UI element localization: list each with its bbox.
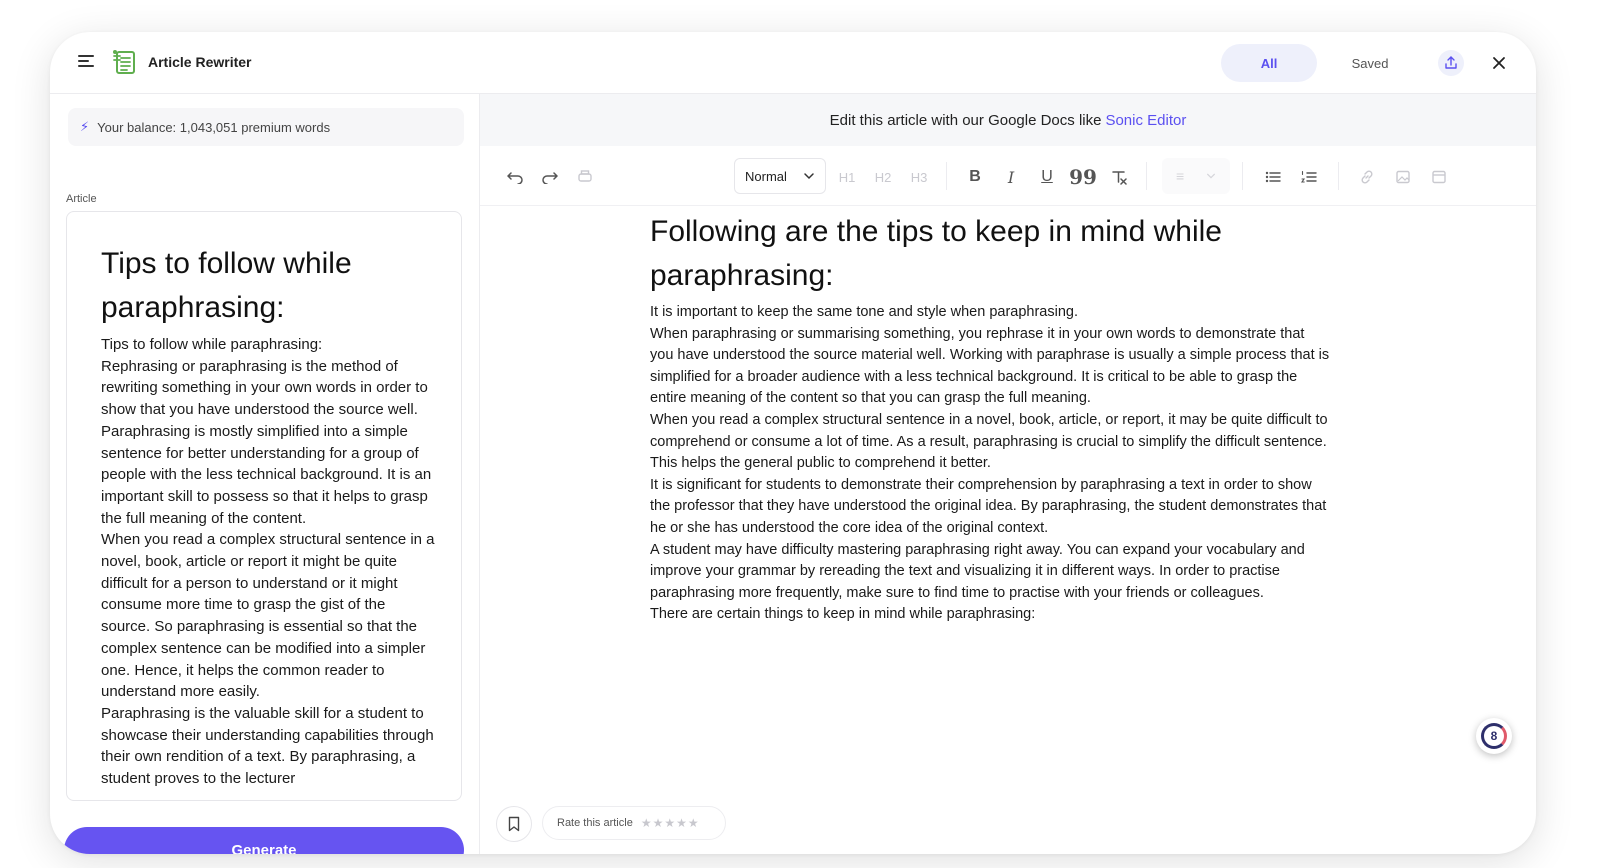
generate-button[interactable]: Generate	[64, 827, 464, 854]
close-button[interactable]	[1486, 50, 1512, 76]
balance-banner: ⚡ Your balance: 1,043,051 premium words	[68, 108, 464, 146]
share-icon	[1445, 56, 1457, 69]
tab-saved[interactable]: Saved	[1330, 44, 1410, 82]
article-paragraph: Paraphrasing is the valuable skill for a…	[101, 704, 434, 788]
star-icon[interactable]: ★	[688, 816, 700, 830]
input-panel: ⚡ Your balance: 1,043,051 premium words …	[50, 94, 480, 854]
print-icon[interactable]	[574, 166, 596, 188]
document-title: Following are the tips to keep in mind w…	[650, 215, 1222, 292]
article-paragraph: Rephrasing or paraphrasing is the method…	[101, 357, 432, 527]
share-button[interactable]	[1438, 50, 1464, 76]
document-paragraph: When paraphrasing or summarising somethi…	[650, 325, 1330, 407]
tab-all[interactable]: All	[1221, 44, 1317, 82]
toolbar-divider	[946, 162, 947, 190]
editor-document[interactable]: Following are the tips to keep in mind w…	[650, 210, 1330, 626]
article-paragraph: Tips to follow while paraphrasing:	[101, 336, 323, 353]
chevron-down-icon	[1207, 173, 1216, 179]
document-paragraph: It is important to keep the same tone an…	[650, 304, 1078, 320]
bold-icon[interactable]: B	[964, 166, 986, 188]
header: Article Rewriter All Saved	[50, 32, 1536, 94]
rate-label: Rate this article	[557, 817, 633, 829]
article-title: Tips to follow while paraphrasing:	[101, 247, 352, 324]
promo-text: Edit this article with our Google Docs l…	[829, 111, 1102, 129]
redo-icon[interactable]	[539, 166, 561, 188]
app-window: Article Rewriter All Saved ⚡ Your balanc…	[50, 32, 1536, 854]
heading-1-button[interactable]: H1	[836, 166, 858, 188]
embed-icon[interactable]	[1428, 166, 1450, 188]
star-icon[interactable]: ★	[664, 816, 676, 830]
numbered-list-icon[interactable]	[1298, 166, 1320, 188]
toolbar-divider	[1242, 162, 1243, 190]
align-left-icon: ≡	[1176, 168, 1185, 184]
sonic-editor-link[interactable]: Sonic Editor	[1105, 112, 1186, 129]
bookmark-button[interactable]	[496, 806, 532, 842]
bullet-list-icon[interactable]	[1262, 166, 1284, 188]
toolbar-divider	[1338, 162, 1339, 190]
document-paragraph: It is significant for students to demons…	[650, 476, 1327, 536]
italic-icon[interactable]: I	[1000, 166, 1022, 188]
heading-2-button[interactable]: H2	[872, 166, 894, 188]
badge-count: 8	[1481, 723, 1507, 749]
article-input[interactable]: Tips to follow while paraphrasing: Tips …	[66, 211, 462, 801]
article-label: Article	[66, 193, 97, 205]
logo-icon	[113, 50, 135, 74]
notification-badge[interactable]: 8	[1476, 718, 1512, 754]
align-select[interactable]: ≡	[1162, 158, 1230, 194]
close-icon	[1493, 57, 1505, 69]
underline-icon[interactable]: U	[1036, 166, 1058, 188]
document-paragraph: A student may have difficulty mastering …	[650, 541, 1305, 601]
star-rating: ★★★★★	[641, 816, 700, 830]
clear-format-icon[interactable]	[1108, 166, 1130, 188]
heading-3-button[interactable]: H3	[908, 166, 930, 188]
article-paragraph: When you read a complex structural sente…	[101, 531, 435, 701]
image-icon[interactable]	[1392, 166, 1414, 188]
star-icon[interactable]: ★	[641, 816, 653, 830]
star-icon[interactable]: ★	[676, 816, 688, 830]
editor-promo-banner: Edit this article with our Google Docs l…	[480, 94, 1536, 146]
rate-article: Rate this article ★★★★★	[542, 806, 726, 840]
chevron-down-icon	[804, 173, 814, 180]
bookmark-icon	[508, 816, 520, 832]
editor-toolbar: Normal H1 H2 H3 B I U 99 ≡	[480, 146, 1536, 206]
star-icon[interactable]: ★	[653, 816, 665, 830]
link-icon[interactable]	[1356, 166, 1378, 188]
balance-text: Your balance: 1,043,051 premium words	[97, 119, 331, 135]
text-style-value: Normal	[745, 168, 787, 184]
undo-icon[interactable]	[504, 166, 526, 188]
document-paragraph: When you read a complex structural sente…	[650, 411, 1328, 472]
text-style-select[interactable]: Normal	[734, 158, 826, 194]
app-title: Article Rewriter	[148, 54, 252, 70]
toolbar-divider	[1146, 162, 1147, 190]
quote-icon[interactable]: 99	[1069, 165, 1097, 189]
document-paragraph: There are certain things to keep in mind…	[650, 606, 1036, 623]
editor-panel: Edit this article with our Google Docs l…	[480, 94, 1536, 854]
menu-icon[interactable]	[78, 52, 96, 70]
bolt-icon: ⚡	[80, 119, 90, 134]
